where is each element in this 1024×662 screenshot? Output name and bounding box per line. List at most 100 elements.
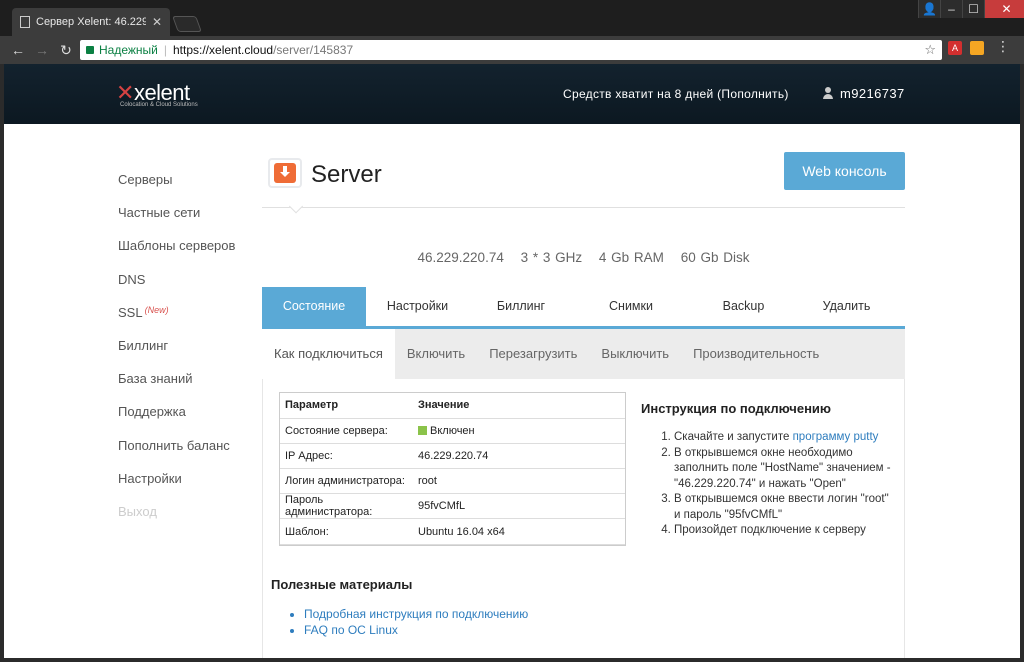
- browser-tab[interactable]: Сервер Xelent: 46.229.22 ✕: [12, 8, 170, 36]
- table-row: Шаблон: Ubuntu 16.04 x64: [280, 518, 625, 545]
- useful-links: Подробная инструкция по подключению FAQ …: [304, 607, 528, 638]
- param-key: Пароль администратора:: [280, 493, 413, 520]
- funds-status[interactable]: Средств хватит на 8 дней (Пополнить): [563, 87, 789, 101]
- tab-snapshots[interactable]: Снимки: [573, 287, 689, 326]
- sidebar-item-label: SSL: [118, 304, 143, 320]
- table-row: IP Адрес: 46.229.220.74: [280, 443, 625, 470]
- param-value: Включен: [413, 418, 625, 444]
- user-icon: [822, 87, 834, 99]
- site-header: ✕xelent Colocation & Cloud Solutions Сре…: [4, 64, 1020, 124]
- param-key: Логин администратора:: [280, 468, 413, 495]
- browser-window: Сервер Xelent: 46.229.22 ✕ 👤 – ☐ ✕ ← → ↻…: [0, 0, 1024, 662]
- secure-label: Надежный: [99, 43, 158, 57]
- subtab-how-to-connect[interactable]: Как подключиться: [262, 329, 395, 379]
- tab-strip: Сервер Xelent: 46.229.22 ✕ 👤 – ☐ ✕: [0, 0, 1024, 36]
- list-item: Произойдет подключение к серверу: [674, 523, 894, 539]
- extension-icon[interactable]: [970, 41, 984, 55]
- profile-icon[interactable]: 👤: [918, 0, 940, 18]
- maximize-icon[interactable]: ☐: [962, 0, 984, 18]
- sidebar-item-dns[interactable]: DNS: [118, 272, 235, 305]
- pdf-extension-icon[interactable]: A: [948, 41, 962, 55]
- address-bar[interactable]: Надежный | https://xelent.cloud/server/1…: [80, 40, 942, 60]
- putty-link[interactable]: программу putty: [793, 431, 879, 443]
- sidebar-item-logout[interactable]: Выход: [118, 504, 235, 537]
- tab-settings[interactable]: Настройки: [366, 287, 469, 326]
- server-specs: 46.229.220.74 3 * 3 GHz 4 Gb RAM 60 Gb D…: [262, 250, 905, 265]
- sidebar-item-private-networks[interactable]: Частные сети: [118, 205, 235, 238]
- table-row: Логин администратора: root: [280, 468, 625, 495]
- sidebar-item-ssl[interactable]: SSL (New): [118, 305, 235, 338]
- param-key: Шаблон:: [280, 518, 413, 545]
- status-value: Включен: [430, 424, 475, 437]
- connect-panel: Параметр Значение Состояние сервера: Вкл…: [262, 379, 905, 658]
- status-indicator-icon: [418, 425, 427, 435]
- param-value: Ubuntu 16.04 x64: [413, 518, 625, 545]
- menu-icon[interactable]: ⋮: [996, 38, 1010, 55]
- tab-status[interactable]: Состояние: [262, 287, 366, 326]
- subtab-power-off[interactable]: Выключить: [589, 329, 681, 379]
- param-value: root: [413, 468, 625, 495]
- username[interactable]: m9216737: [840, 86, 905, 101]
- sub-tabs: Как подключиться Включить Перезагрузить …: [262, 329, 905, 379]
- table-header-row: Параметр Значение: [280, 393, 625, 419]
- new-badge: (New): [144, 304, 169, 315]
- reload-icon[interactable]: ↻: [54, 42, 78, 59]
- bookmark-star-icon[interactable]: ☆: [924, 42, 936, 58]
- instructions-list: Скачайте и запустите программу putty В о…: [674, 430, 894, 539]
- param-key: Состояние сервера:: [280, 418, 413, 444]
- forward-icon[interactable]: →: [30, 42, 54, 58]
- spec-disk: 60 Gb Disk: [680, 250, 750, 265]
- sidebar-item-servers[interactable]: Серверы: [118, 172, 235, 205]
- sidebar-item-knowledge-base[interactable]: База знаний: [118, 371, 235, 404]
- lock-icon: [86, 46, 94, 54]
- subtab-reboot[interactable]: Перезагрузить: [477, 329, 589, 379]
- table-row: Состояние сервера: Включен: [280, 418, 625, 444]
- document-icon: [20, 16, 30, 28]
- spec-ip: 46.229.220.74: [417, 250, 504, 265]
- sidebar-item-settings[interactable]: Настройки: [118, 471, 235, 504]
- minimize-icon[interactable]: –: [940, 0, 962, 18]
- sidebar-item-templates[interactable]: Шаблоны серверов: [118, 238, 235, 271]
- param-value: 46.229.220.74: [413, 443, 625, 470]
- spec-ram: 4 Gb RAM: [598, 250, 664, 265]
- sidebar-item-support[interactable]: Поддержка: [118, 404, 235, 437]
- instructions-title: Инструкция по подключению: [641, 401, 832, 416]
- url-path: /server/145837: [273, 43, 354, 57]
- new-tab-button[interactable]: [172, 16, 202, 32]
- window-controls: 👤 – ☐ ✕: [918, 0, 1024, 18]
- close-window-icon[interactable]: ✕: [984, 0, 1024, 18]
- tab-delete[interactable]: Удалить: [798, 287, 895, 326]
- server-download-icon: [268, 158, 302, 188]
- subtab-power-on[interactable]: Включить: [395, 329, 477, 379]
- page-title: Server: [311, 161, 382, 188]
- url-host: https://xelent.cloud: [173, 43, 274, 57]
- back-icon[interactable]: ←: [6, 42, 30, 58]
- tab-billing[interactable]: Биллинг: [469, 287, 573, 326]
- param-value: 95fvCMfL: [413, 493, 625, 520]
- web-console-button[interactable]: Web консоль: [784, 152, 905, 190]
- logo-subtitle: Colocation & Cloud Solutions: [120, 102, 198, 108]
- page-viewport: ✕xelent Colocation & Cloud Solutions Сре…: [4, 64, 1020, 658]
- column-header-value: Значение: [413, 393, 625, 419]
- table-row: Пароль администратора: 95fvCMfL: [280, 493, 625, 520]
- column-header-param: Параметр: [280, 393, 413, 419]
- list-item: В открывшемся окне ввести логин "root" и…: [674, 492, 894, 523]
- list-item: Скачайте и запустите программу putty: [674, 430, 894, 446]
- params-table: Параметр Значение Состояние сервера: Вкл…: [279, 392, 626, 546]
- list-item: В открывшемся окне необходимо заполнить …: [674, 446, 894, 493]
- step-text: Скачайте и запустите: [674, 431, 793, 443]
- link-connection-guide[interactable]: Подробная инструкция по подключению: [304, 607, 528, 623]
- spec-cpu: 3 * 3 GHz: [520, 250, 583, 265]
- subtab-performance[interactable]: Производительность: [681, 329, 831, 379]
- sidebar-item-top-up[interactable]: Пополнить баланс: [118, 438, 235, 471]
- useful-materials-title: Полезные материалы: [271, 577, 413, 592]
- link-linux-faq[interactable]: FAQ по ОС Linux: [304, 623, 528, 639]
- tab-backup[interactable]: Backup: [689, 287, 798, 326]
- param-key: IP Адрес:: [280, 443, 413, 470]
- header-divider: [262, 207, 905, 208]
- main-tabs: Состояние Настройки Биллинг Снимки Backu…: [262, 287, 905, 329]
- close-tab-icon[interactable]: ✕: [152, 15, 162, 29]
- tab-title: Сервер Xelent: 46.229.22: [36, 16, 146, 28]
- sidebar-item-billing[interactable]: Биллинг: [118, 338, 235, 371]
- browser-toolbar: ← → ↻ Надежный | https://xelent.cloud/se…: [0, 36, 1024, 64]
